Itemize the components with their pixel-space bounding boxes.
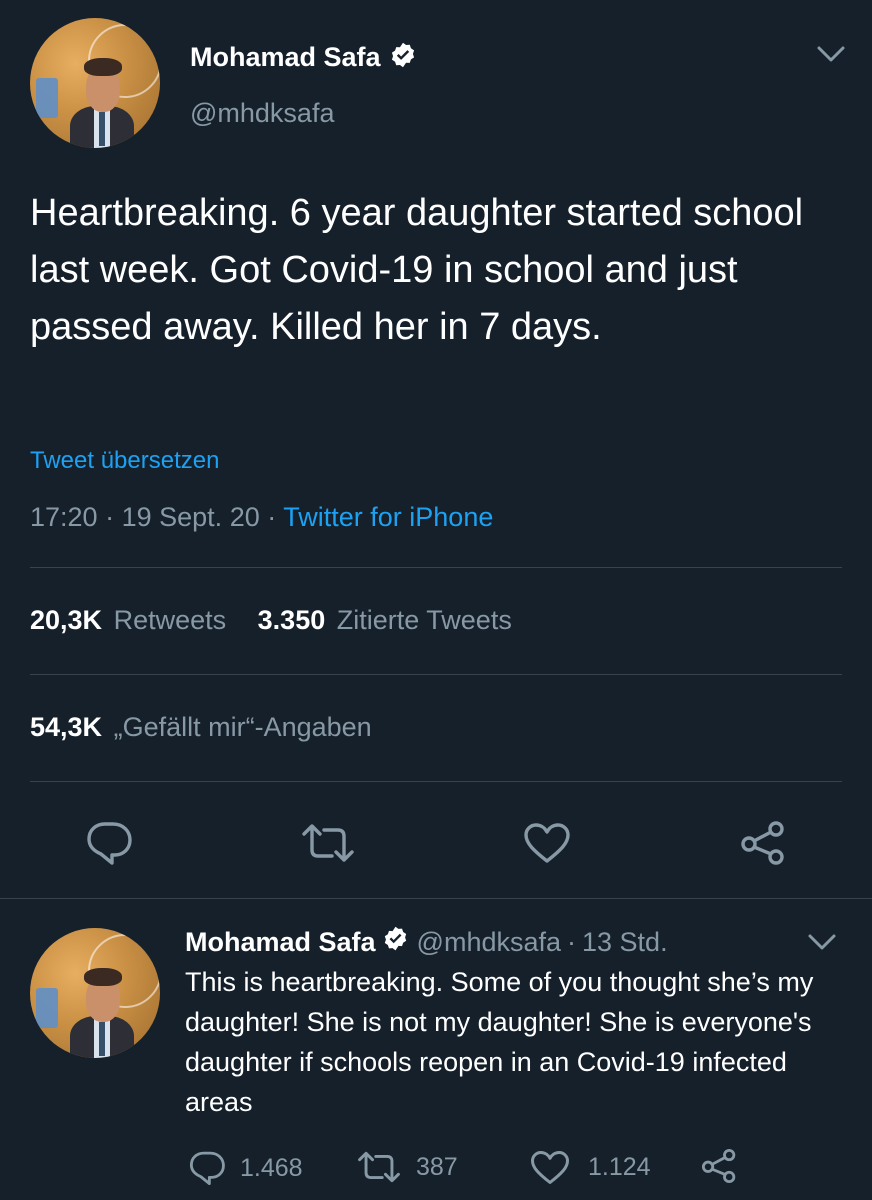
reply-action-like[interactable]: 1.124 xyxy=(530,1150,651,1185)
avatar-tie xyxy=(99,1022,105,1056)
heart-icon[interactable] xyxy=(523,822,571,864)
likes-count: 54,3K xyxy=(30,712,103,742)
author-name-row: Mohamad Safa xyxy=(190,40,417,74)
like-count: 1.124 xyxy=(588,1153,651,1181)
quotes-label: Zitierte Tweets xyxy=(336,605,512,635)
reply-action-reply[interactable]: 1.468 xyxy=(188,1150,303,1186)
author-handle[interactable]: @mhdksafa xyxy=(190,98,334,129)
reply-text: This is heartbreaking. Some of you thoug… xyxy=(185,967,814,1117)
reply-author-avatar[interactable] xyxy=(30,928,160,1058)
tweet-time: 17:20 xyxy=(30,502,98,532)
tweet-source-link[interactable]: Twitter for iPhone xyxy=(283,502,493,532)
reply-author-handle[interactable]: @mhdksafa xyxy=(417,927,561,958)
verified-badge-icon xyxy=(389,41,417,74)
reply-author-name[interactable]: Mohamad Safa xyxy=(185,927,376,958)
flag-shape xyxy=(36,988,58,1028)
meta-separator: · xyxy=(567,926,577,957)
reply-icon[interactable] xyxy=(85,820,133,866)
likes-label: „Gefällt mir“-Angaben xyxy=(113,712,372,742)
retweets-count: 20,3K xyxy=(30,605,103,635)
chevron-down-icon[interactable] xyxy=(806,930,838,954)
reply-header: Mohamad Safa @mhdksafa · 13 Std. xyxy=(185,925,668,959)
retweets-label: Retweets xyxy=(113,605,227,635)
author-name[interactable]: Mohamad Safa xyxy=(190,42,381,73)
likes-stats[interactable]: 54,3K „Gefällt mir“-Angaben xyxy=(30,712,372,743)
tweet-date: 19 Sept. 20 xyxy=(121,502,260,532)
avatar-hair xyxy=(84,58,122,76)
avatar-tie xyxy=(99,112,105,146)
reply-time: 13 Std. xyxy=(582,926,668,957)
retweet-quote-stats: 20,3K Retweets 3.350 Zitierte Tweets xyxy=(30,605,512,636)
reply-action-retweet[interactable]: 387 xyxy=(356,1150,458,1184)
divider xyxy=(30,567,842,568)
divider xyxy=(0,898,872,899)
retweets-stat[interactable]: 20,3K Retweets xyxy=(30,605,234,635)
meta-separator: · xyxy=(267,502,277,532)
retweet-icon xyxy=(356,1150,402,1184)
share-icon[interactable] xyxy=(700,1148,738,1184)
divider xyxy=(30,674,842,675)
heart-icon xyxy=(530,1150,570,1185)
divider xyxy=(30,781,842,782)
reply-icon xyxy=(188,1150,226,1186)
retweet-count: 387 xyxy=(416,1152,458,1181)
reply-count: 1.468 xyxy=(240,1153,303,1182)
retweet-icon[interactable] xyxy=(300,822,356,864)
tweet-text: Heartbreaking. 6 year daughter started s… xyxy=(30,192,804,348)
translate-tweet-link[interactable]: Tweet übersetzen xyxy=(30,447,219,475)
quotes-stat[interactable]: 3.350 Zitierte Tweets xyxy=(258,605,512,635)
avatar-hair xyxy=(84,968,122,986)
verified-badge-icon xyxy=(382,925,409,959)
quotes-count: 3.350 xyxy=(257,605,326,635)
chevron-down-icon[interactable] xyxy=(815,42,847,66)
author-avatar[interactable] xyxy=(30,18,160,148)
tweet-meta: 17:20 · 19 Sept. 20 · Twitter for iPhone xyxy=(30,502,493,533)
share-icon[interactable] xyxy=(739,820,787,866)
flag-shape xyxy=(36,78,58,118)
meta-separator: · xyxy=(105,502,115,532)
